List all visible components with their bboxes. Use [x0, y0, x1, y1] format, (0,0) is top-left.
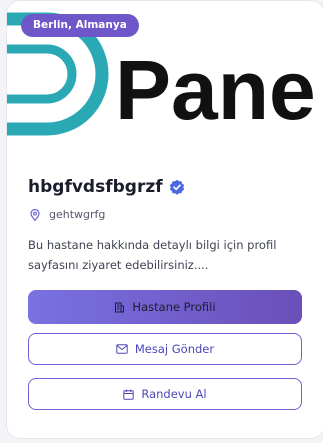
- hospital-cover-image: Pane Berlin, Almanya: [7, 1, 323, 149]
- mail-icon: [116, 344, 128, 354]
- building-icon: [115, 302, 125, 312]
- hospital-description: Bu hastane hakkında detaylı bilgi için p…: [28, 238, 277, 272]
- calendar-icon: [123, 389, 135, 400]
- address-row: gehtwgrfg: [30, 208, 105, 221]
- send-message-label: Mesaj Gönder: [134, 342, 215, 356]
- verified-check-icon: [169, 179, 184, 195]
- hospital-name: hbgfvdsfbgrzf: [28, 177, 163, 197]
- map-pin-icon: [30, 208, 40, 221]
- send-message-button[interactable]: Mesaj Gönder: [28, 333, 302, 365]
- location-badge: Berlin, Almanya: [21, 14, 139, 37]
- hospital-profile-button[interactable]: Hastane Profili: [28, 290, 302, 324]
- hospital-title-row: hbgfvdsfbgrzf: [28, 177, 185, 197]
- hospital-address: gehtwgrfg: [49, 208, 106, 221]
- cover-logo-text: Pane: [115, 43, 316, 137]
- hospital-profile-label: Hastane Profili: [132, 300, 216, 314]
- book-appointment-button[interactable]: Randevu Al: [28, 378, 302, 410]
- book-appointment-label: Randevu Al: [141, 387, 207, 401]
- hospital-card: Pane Berlin, Almanya hbgfvdsfbgrzf gehtw…: [6, 0, 323, 439]
